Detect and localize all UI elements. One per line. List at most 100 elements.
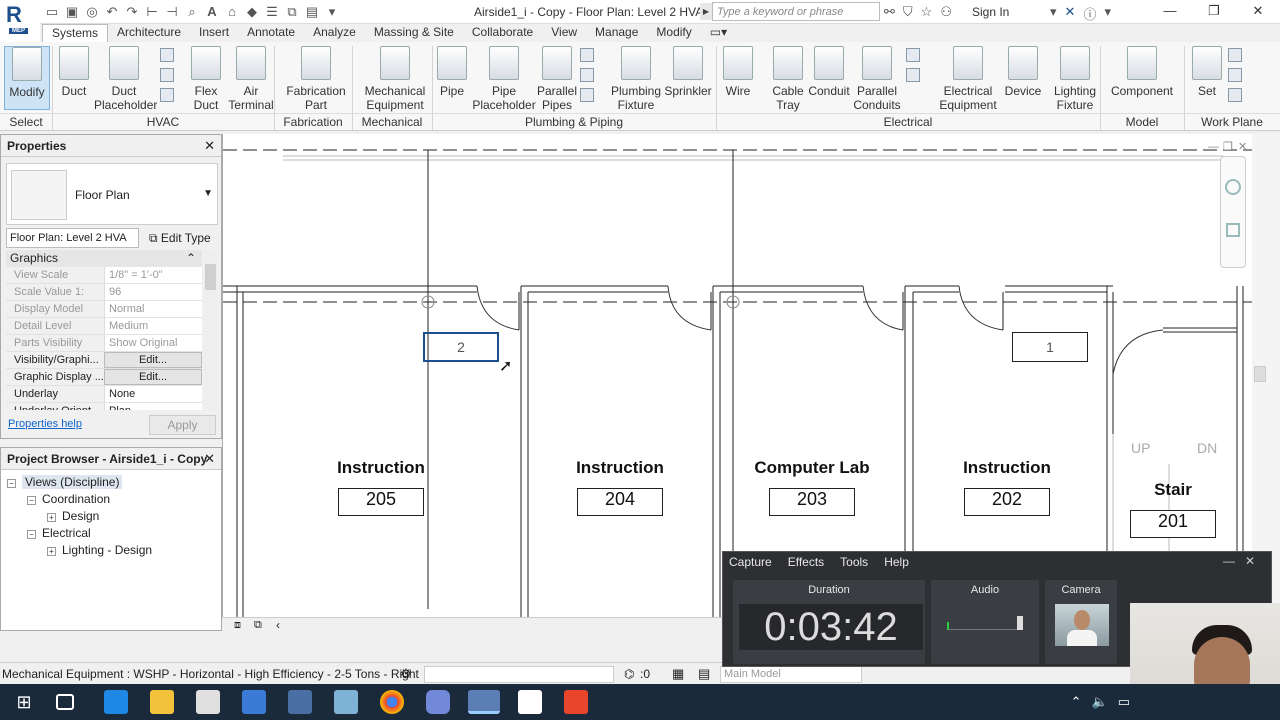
dropdown-arrow-icon[interactable]: ▾ xyxy=(1050,4,1057,23)
pipe-accessory-icon[interactable] xyxy=(580,68,594,82)
viewer-icon[interactable] xyxy=(1228,88,1242,102)
detail-level-icon[interactable]: ⧉ xyxy=(254,619,262,632)
room-number[interactable]: 205 xyxy=(338,488,424,516)
tree-node[interactable]: − Coordination xyxy=(7,491,152,508)
recorder-menu-capture[interactable]: Capture xyxy=(729,555,772,569)
flex-pipe-icon[interactable] xyxy=(580,88,594,102)
collapse-icon[interactable]: − xyxy=(7,479,16,488)
customize-qat-icon[interactable]: ▾ xyxy=(324,4,340,20)
sign-in-link[interactable]: Sign In xyxy=(972,5,1009,19)
scroll-thumb[interactable] xyxy=(205,264,216,290)
edit-button[interactable]: Edit... xyxy=(104,352,202,368)
plumbing-fixture-button[interactable]: Plumbing Fixture xyxy=(606,46,666,112)
vertical-scrollbar[interactable] xyxy=(1252,134,1280,618)
workset-dropdown[interactable] xyxy=(424,666,614,683)
panel-select[interactable]: Select xyxy=(0,113,52,130)
room-name[interactable]: Instruction xyxy=(560,458,680,478)
microphone-app-icon[interactable] xyxy=(242,690,266,714)
drawing-canvas[interactable]: — ❐ ✕ 2 1 ➚ UP DN Instruction 205 Instruct… xyxy=(222,134,1252,618)
properties-scrollbar[interactable] xyxy=(204,250,217,410)
panel-hvac[interactable]: HVAC xyxy=(52,113,274,130)
video-editor-icon[interactable] xyxy=(518,690,542,714)
pipe-placeholder-button[interactable]: Pipe Placeholder xyxy=(472,46,536,112)
type-selector[interactable]: Floor Plan ▼ xyxy=(6,163,218,225)
property-row[interactable]: Parts Visibility Show Original xyxy=(6,335,202,352)
pipe-button[interactable]: Pipe xyxy=(436,46,468,98)
tree-node[interactable]: − Electrical xyxy=(7,525,152,542)
close-properties-icon[interactable]: ✕ xyxy=(204,138,215,154)
pipe-fitting-icon[interactable] xyxy=(580,48,594,62)
mechanical-equipment-button[interactable]: Mechanical Equipment xyxy=(360,46,430,112)
recorder-minimize-icon[interactable]: — xyxy=(1223,554,1245,568)
view-close-icon[interactable]: ✕ xyxy=(1238,141,1247,153)
utility-app-icon[interactable] xyxy=(288,690,312,714)
properties-help-link[interactable]: Properties help xyxy=(8,418,82,430)
duct-fitting-icon[interactable] xyxy=(160,68,174,82)
edit-type-button[interactable]: ⧉ Edit Type xyxy=(146,228,214,249)
ribbon-options-icon[interactable]: ▭▾ xyxy=(701,24,736,42)
audio-slider-knob[interactable] xyxy=(1017,616,1023,630)
tab-architecture[interactable]: Architecture xyxy=(108,24,190,42)
room-name[interactable]: Computer Lab xyxy=(752,458,872,478)
panel-fabrication[interactable]: Fabrication xyxy=(274,113,352,130)
show-work-plane-icon[interactable] xyxy=(1228,48,1242,62)
recorder-menu-help[interactable]: Help xyxy=(884,555,909,569)
tab-insert[interactable]: Insert xyxy=(190,24,238,42)
air-terminal-button[interactable]: Air Terminal xyxy=(226,46,276,112)
tab-analyze[interactable]: Analyze xyxy=(304,24,365,42)
camtasia-icon[interactable] xyxy=(564,690,588,714)
expand-icon[interactable]: + xyxy=(47,513,56,522)
recorder-menu-tools[interactable]: Tools xyxy=(840,555,868,569)
sprinkler-button[interactable]: Sprinkler xyxy=(662,46,714,98)
dimension-icon[interactable]: ⊣ xyxy=(164,4,180,20)
tab-systems[interactable]: Systems xyxy=(42,24,109,42)
revit-taskbar-icon[interactable] xyxy=(468,690,500,714)
chrome-icon[interactable] xyxy=(380,690,404,714)
group-header-graphics[interactable]: ⌃ Graphics xyxy=(6,250,202,267)
thin-lines-icon[interactable]: ☰ xyxy=(264,4,280,20)
tray-chevron-icon[interactable]: ⌃ xyxy=(1071,694,1082,710)
scale-icon[interactable]: ⧈ xyxy=(234,619,241,632)
tab-manage[interactable]: Manage xyxy=(586,24,647,42)
maximize-icon[interactable]: ❐ xyxy=(1192,0,1236,24)
duct-placeholder-button[interactable]: Duct Placeholder xyxy=(94,46,157,112)
ref-plane-icon[interactable] xyxy=(1228,68,1242,82)
room-number[interactable]: 203 xyxy=(769,488,855,516)
open-icon[interactable]: ▭ xyxy=(44,4,60,20)
file-explorer-icon[interactable] xyxy=(150,690,174,714)
lighting-fixture-button[interactable]: Lighting Fixture xyxy=(1050,46,1100,112)
volume-icon[interactable]: 🔈 xyxy=(1092,694,1108,710)
close-hidden-icon[interactable]: ⧉ xyxy=(284,4,300,20)
scroll-thumb[interactable] xyxy=(1254,366,1266,382)
view-minimize-icon[interactable]: — xyxy=(1208,141,1219,153)
text-icon[interactable]: A xyxy=(204,4,220,20)
cable-tray-fitting-icon[interactable] xyxy=(906,48,920,62)
wire-button[interactable]: Wire xyxy=(718,46,758,98)
panel-plumbing-piping[interactable]: Plumbing & Piping xyxy=(432,113,716,130)
equipment-tag-2[interactable]: 2 xyxy=(423,332,499,362)
conduit-fitting-icon[interactable] xyxy=(906,68,920,82)
property-row[interactable]: Scale Value 1: 96 xyxy=(6,284,202,301)
cable-tray-button[interactable]: Cable Tray xyxy=(768,46,808,112)
parallel-pipes-button[interactable]: Parallel Pipes xyxy=(534,46,580,112)
property-row[interactable]: Underlay Orient...Plan xyxy=(6,403,202,410)
edit-button[interactable]: Edit... xyxy=(104,369,202,385)
save-icon[interactable]: ▣ xyxy=(64,4,80,20)
tree-node[interactable]: + Lighting - Design xyxy=(7,542,152,559)
measure-icon[interactable]: ⊢ xyxy=(144,4,160,20)
property-row[interactable]: Underlay None xyxy=(6,386,202,403)
tab-collaborate[interactable]: Collaborate xyxy=(463,24,542,42)
flex-duct-button[interactable]: Flex Duct xyxy=(188,46,224,112)
tab-annotate[interactable]: Annotate xyxy=(238,24,304,42)
section-icon[interactable]: ◆ xyxy=(244,4,260,20)
windows-start-icon[interactable]: ⊞ xyxy=(12,690,36,714)
tab-massing-site[interactable]: Massing & Site xyxy=(365,24,463,42)
device-button[interactable]: Device xyxy=(1004,46,1042,98)
recorder-menu-effects[interactable]: Effects xyxy=(788,555,824,569)
worksets-icon[interactable]: ⚙ xyxy=(400,666,412,682)
panel-mechanical[interactable]: Mechanical xyxy=(352,113,432,130)
property-row[interactable]: Detail Level Medium xyxy=(6,318,202,335)
electrical-equipment-button[interactable]: Electrical Equipment xyxy=(938,46,998,112)
sync-icon[interactable]: ◎ xyxy=(84,4,100,20)
exchange-icon[interactable]: ✕ xyxy=(1065,4,1076,23)
